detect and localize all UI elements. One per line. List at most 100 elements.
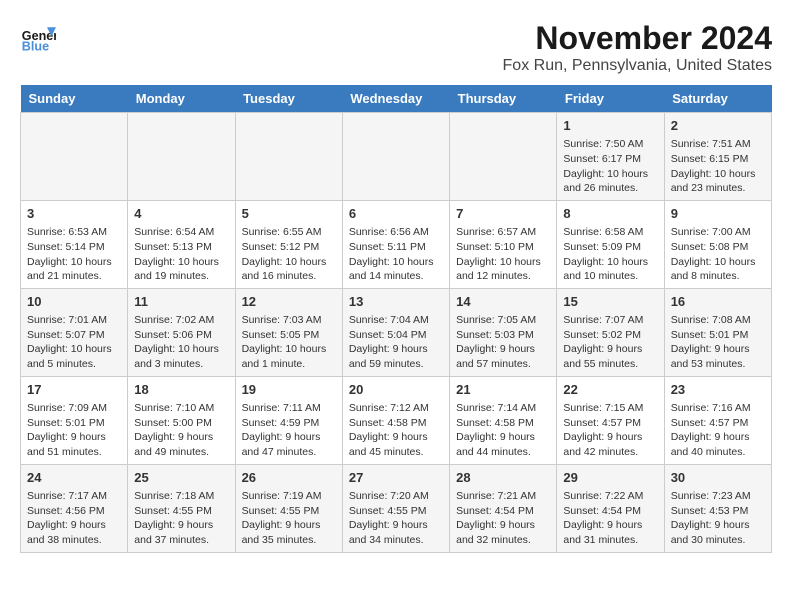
day-info: Sunrise: 7:09 AMSunset: 5:01 PMDaylight:…: [27, 401, 121, 460]
day-number: 3: [27, 205, 121, 223]
day-info: Sunrise: 7:05 AMSunset: 5:03 PMDaylight:…: [456, 313, 550, 372]
day-info: Sunrise: 7:08 AMSunset: 5:01 PMDaylight:…: [671, 313, 765, 372]
calendar-week-row: 17 Sunrise: 7:09 AMSunset: 5:01 PMDayligh…: [21, 376, 772, 464]
day-number: 30: [671, 469, 765, 487]
table-row: 24 Sunrise: 7:17 AMSunset: 4:56 PMDayligh…: [21, 464, 128, 552]
table-row: 26 Sunrise: 7:19 AMSunset: 4:55 PMDayligh…: [235, 464, 342, 552]
day-info: Sunrise: 7:12 AMSunset: 4:58 PMDaylight:…: [349, 401, 443, 460]
table-row: 13Sunrise: 7:04 AMSunset: 5:04 PMDayligh…: [342, 288, 449, 376]
table-row: 21Sunrise: 7:14 AMSunset: 4:58 PMDayligh…: [450, 376, 557, 464]
day-number: 23: [671, 381, 765, 399]
day-number: 10: [27, 293, 121, 311]
day-number: 7: [456, 205, 550, 223]
table-row: 10 Sunrise: 7:01 AMSunset: 5:07 PMDayligh…: [21, 288, 128, 376]
day-info: Sunrise: 6:57 AMSunset: 5:10 PMDaylight:…: [456, 225, 550, 284]
day-number: 19: [242, 381, 336, 399]
calendar-week-row: 24 Sunrise: 7:17 AMSunset: 4:56 PMDayligh…: [21, 464, 772, 552]
table-row: 5 Sunrise: 6:55 AMSunset: 5:12 PMDaylight…: [235, 200, 342, 288]
table-row: 9Sunrise: 7:00 AMSunset: 5:08 PMDaylight…: [664, 200, 771, 288]
day-number: 2: [671, 117, 765, 135]
day-info: Sunrise: 6:54 AMSunset: 5:13 PMDaylight:…: [134, 225, 228, 284]
logo: General Blue: [20, 20, 56, 56]
header-saturday: Saturday: [664, 85, 771, 113]
table-row: 29 Sunrise: 7:22 AMSunset: 4:54 PMDayligh…: [557, 464, 664, 552]
table-row: 1Sunrise: 7:50 AMSunset: 6:17 PMDaylight…: [557, 113, 664, 201]
table-row: [128, 113, 235, 201]
page-subtitle: Fox Run, Pennsylvania, United States: [503, 57, 772, 75]
day-info: Sunrise: 7:02 AMSunset: 5:06 PMDaylight:…: [134, 313, 228, 372]
table-row: [450, 113, 557, 201]
table-row: [235, 113, 342, 201]
day-number: 18: [134, 381, 228, 399]
day-number: 6: [349, 205, 443, 223]
table-row: 19 Sunrise: 7:11 AMSunset: 4:59 PMDayligh…: [235, 376, 342, 464]
table-row: 18 Sunrise: 7:10 AMSunset: 5:00 PMDayligh…: [128, 376, 235, 464]
header-wednesday: Wednesday: [342, 85, 449, 113]
table-row: 3 Sunrise: 6:53 AMSunset: 5:14 PMDaylight…: [21, 200, 128, 288]
day-info: Sunrise: 7:15 AMSunset: 4:57 PMDaylight:…: [563, 401, 657, 460]
table-row: 27Sunrise: 7:20 AMSunset: 4:55 PMDayligh…: [342, 464, 449, 552]
day-number: 28: [456, 469, 550, 487]
day-info: Sunrise: 7:00 AMSunset: 5:08 PMDaylight:…: [671, 225, 765, 284]
table-row: 20 Sunrise: 7:12 AMSunset: 4:58 PMDayligh…: [342, 376, 449, 464]
day-number: 22: [563, 381, 657, 399]
table-row: 4 Sunrise: 6:54 AMSunset: 5:13 PMDaylight…: [128, 200, 235, 288]
table-row: 8 Sunrise: 6:58 AMSunset: 5:09 PMDaylight…: [557, 200, 664, 288]
day-info: Sunrise: 7:19 AMSunset: 4:55 PMDaylight:…: [242, 489, 336, 548]
day-info: Sunrise: 7:11 AMSunset: 4:59 PMDaylight:…: [242, 401, 336, 460]
table-row: 7 Sunrise: 6:57 AMSunset: 5:10 PMDaylight…: [450, 200, 557, 288]
day-info: Sunrise: 7:51 AMSunset: 6:15 PMDaylight:…: [671, 137, 765, 196]
day-number: 20: [349, 381, 443, 399]
day-info: Sunrise: 7:22 AMSunset: 4:54 PMDaylight:…: [563, 489, 657, 548]
day-number: 1: [563, 117, 657, 135]
day-info: Sunrise: 6:58 AMSunset: 5:09 PMDaylight:…: [563, 225, 657, 284]
day-number: 4: [134, 205, 228, 223]
table-row: [342, 113, 449, 201]
table-row: 30Sunrise: 7:23 AMSunset: 4:53 PMDayligh…: [664, 464, 771, 552]
table-row: 25Sunrise: 7:18 AMSunset: 4:55 PMDayligh…: [128, 464, 235, 552]
table-row: 23 Sunrise: 7:16 AMSunset: 4:57 PMDayligh…: [664, 376, 771, 464]
day-number: 29: [563, 469, 657, 487]
day-info: Sunrise: 7:10 AMSunset: 5:00 PMDaylight:…: [134, 401, 228, 460]
day-number: 11: [134, 293, 228, 311]
day-info: Sunrise: 7:03 AMSunset: 5:05 PMDaylight:…: [242, 313, 336, 372]
svg-text:Blue: Blue: [22, 40, 49, 54]
table-row: 16Sunrise: 7:08 AMSunset: 5:01 PMDayligh…: [664, 288, 771, 376]
page-title: November 2024: [503, 20, 772, 57]
calendar-table: Sunday Monday Tuesday Wednesday Thursday…: [20, 85, 772, 553]
table-row: 15 Sunrise: 7:07 AMSunset: 5:02 PMDayligh…: [557, 288, 664, 376]
calendar-header-row: Sunday Monday Tuesday Wednesday Thursday…: [21, 85, 772, 113]
header-thursday: Thursday: [450, 85, 557, 113]
header-monday: Monday: [128, 85, 235, 113]
day-number: 14: [456, 293, 550, 311]
day-number: 8: [563, 205, 657, 223]
day-info: Sunrise: 7:07 AMSunset: 5:02 PMDaylight:…: [563, 313, 657, 372]
day-info: Sunrise: 7:04 AMSunset: 5:04 PMDaylight:…: [349, 313, 443, 372]
table-row: 6 Sunrise: 6:56 AMSunset: 5:11 PMDaylight…: [342, 200, 449, 288]
day-info: Sunrise: 6:55 AMSunset: 5:12 PMDaylight:…: [242, 225, 336, 284]
day-info: Sunrise: 6:53 AMSunset: 5:14 PMDaylight:…: [27, 225, 121, 284]
day-number: 17: [27, 381, 121, 399]
table-row: 28 Sunrise: 7:21 AMSunset: 4:54 PMDayligh…: [450, 464, 557, 552]
table-row: 17 Sunrise: 7:09 AMSunset: 5:01 PMDayligh…: [21, 376, 128, 464]
day-info: Sunrise: 7:17 AMSunset: 4:56 PMDaylight:…: [27, 489, 121, 548]
calendar-week-row: 1Sunrise: 7:50 AMSunset: 6:17 PMDaylight…: [21, 113, 772, 201]
day-number: 5: [242, 205, 336, 223]
calendar-week-row: 3 Sunrise: 6:53 AMSunset: 5:14 PMDaylight…: [21, 200, 772, 288]
day-number: 26: [242, 469, 336, 487]
table-row: 14 Sunrise: 7:05 AMSunset: 5:03 PMDayligh…: [450, 288, 557, 376]
day-info: Sunrise: 7:21 AMSunset: 4:54 PMDaylight:…: [456, 489, 550, 548]
table-row: 2 Sunrise: 7:51 AMSunset: 6:15 PMDaylight…: [664, 113, 771, 201]
day-info: Sunrise: 6:56 AMSunset: 5:11 PMDaylight:…: [349, 225, 443, 284]
day-info: Sunrise: 7:16 AMSunset: 4:57 PMDaylight:…: [671, 401, 765, 460]
table-row: 11 Sunrise: 7:02 AMSunset: 5:06 PMDayligh…: [128, 288, 235, 376]
day-number: 24: [27, 469, 121, 487]
page-header: General Blue November 2024 Fox Run, Penn…: [20, 20, 772, 75]
day-info: Sunrise: 7:01 AMSunset: 5:07 PMDaylight:…: [27, 313, 121, 372]
header-sunday: Sunday: [21, 85, 128, 113]
header-friday: Friday: [557, 85, 664, 113]
day-number: 12: [242, 293, 336, 311]
day-number: 25: [134, 469, 228, 487]
day-number: 15: [563, 293, 657, 311]
logo-icon: General Blue: [20, 20, 56, 56]
